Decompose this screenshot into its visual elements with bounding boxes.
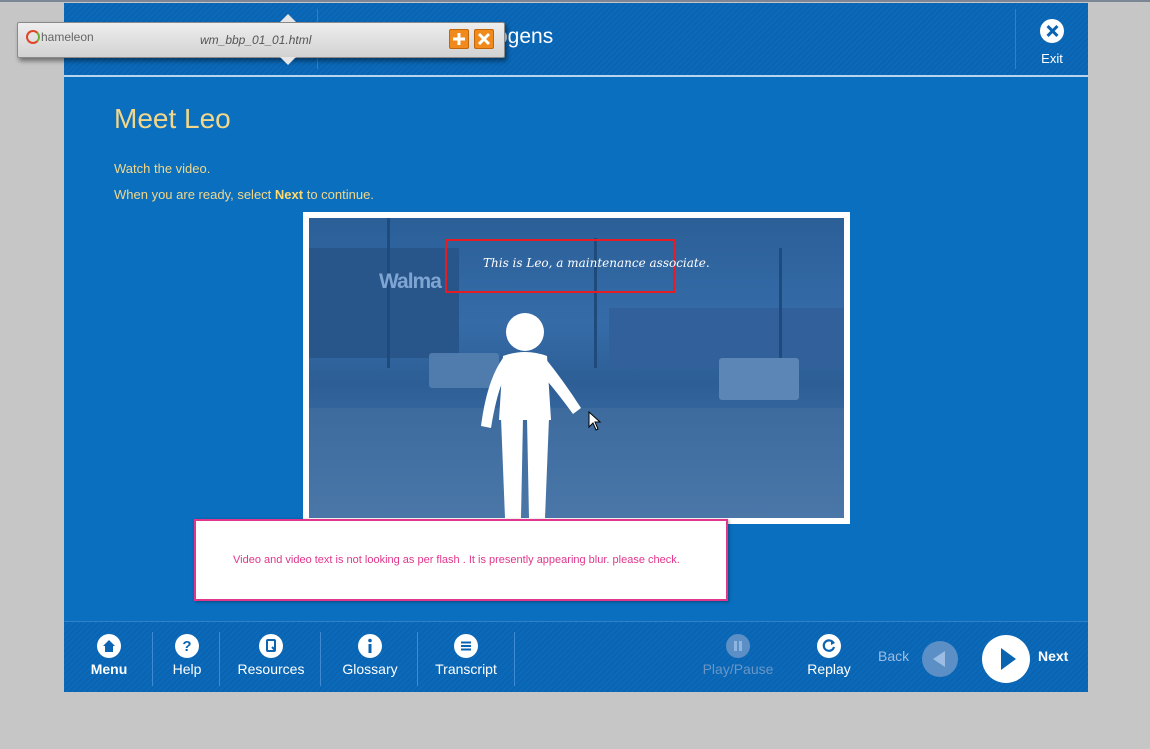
menu-button[interactable]: Menu bbox=[88, 634, 130, 677]
pause-icon bbox=[726, 634, 750, 658]
video-caption: This is Leo, a maintenance associate. bbox=[483, 256, 710, 270]
glossary-button[interactable]: Glossary bbox=[336, 634, 404, 677]
video-pole bbox=[779, 248, 782, 368]
document-icon bbox=[259, 634, 283, 658]
chameleon-swirl-icon bbox=[26, 30, 40, 44]
next-arrow-icon[interactable] bbox=[982, 635, 1030, 683]
video-player[interactable]: Walma This is Leo, a maintenance associa… bbox=[303, 212, 850, 524]
top-border-line bbox=[0, 0, 1150, 2]
instruction-next-keyword: Next bbox=[274, 187, 304, 202]
person-figure-icon bbox=[481, 313, 581, 518]
review-comment-text: Video and video text is not looking as p… bbox=[233, 554, 680, 566]
toolbar-file-name: wm_bbp_01_01.html bbox=[200, 33, 312, 47]
video-truck bbox=[719, 358, 799, 400]
resources-label: Resources bbox=[237, 661, 305, 677]
back-arrow-icon[interactable] bbox=[922, 641, 958, 677]
instruction-part: When you are ready, select bbox=[114, 187, 275, 202]
svg-text:?: ? bbox=[182, 638, 191, 655]
back-label: Back bbox=[878, 648, 910, 664]
chameleon-logo: hameleon bbox=[26, 30, 94, 44]
expand-button[interactable] bbox=[449, 29, 469, 49]
footer-divider bbox=[514, 632, 515, 686]
home-icon bbox=[97, 634, 121, 658]
instruction-part: to continue. bbox=[303, 187, 374, 202]
exit-button[interactable]: Exit bbox=[1016, 19, 1088, 67]
glossary-label: Glossary bbox=[342, 661, 398, 677]
exit-label: Exit bbox=[1041, 51, 1063, 66]
page-title: Meet Leo bbox=[114, 103, 231, 134]
play-pause-label: Play/Pause bbox=[702, 661, 774, 677]
transcript-label: Transcript bbox=[435, 661, 497, 677]
close-icon bbox=[477, 32, 491, 46]
chameleon-logo-text: hameleon bbox=[41, 30, 94, 44]
resources-button[interactable]: Resources bbox=[234, 634, 308, 677]
replay-button[interactable]: Replay bbox=[804, 634, 854, 677]
instruction-text: Watch the video. bbox=[114, 161, 211, 176]
next-label[interactable]: Next bbox=[1038, 648, 1068, 664]
footer-divider bbox=[219, 632, 220, 686]
footer-divider bbox=[320, 632, 321, 686]
toolbar-pointer-up-icon bbox=[280, 14, 296, 22]
mouse-cursor-icon bbox=[588, 411, 602, 431]
help-button[interactable]: ? Help bbox=[164, 634, 210, 677]
help-label: Help bbox=[172, 661, 202, 677]
footer-divider bbox=[152, 632, 153, 686]
review-comment-box: Video and video text is not looking as p… bbox=[194, 519, 728, 601]
question-icon: ? bbox=[175, 634, 199, 658]
plus-icon bbox=[453, 33, 465, 45]
video-building bbox=[309, 248, 459, 358]
toolbar-pointer-down-icon bbox=[280, 57, 296, 65]
menu-label: Menu bbox=[90, 661, 128, 677]
replay-label: Replay bbox=[807, 661, 851, 677]
list-icon bbox=[454, 634, 478, 658]
video-frame[interactable]: Walma This is Leo, a maintenance associa… bbox=[309, 218, 844, 518]
transcript-button[interactable]: Transcript bbox=[432, 634, 500, 677]
floating-review-toolbar[interactable]: hameleon wm_bbp_01_01.html bbox=[17, 14, 505, 65]
close-toolbar-button[interactable] bbox=[474, 29, 494, 49]
video-store-sign: Walma bbox=[379, 270, 442, 293]
info-icon bbox=[358, 634, 382, 658]
play-pause-button[interactable]: Play/Pause bbox=[700, 634, 776, 677]
close-circle-icon bbox=[1040, 19, 1064, 43]
replay-icon bbox=[817, 634, 841, 658]
course-footer: Menu ? Help Resources Glossary Transcrip… bbox=[64, 621, 1088, 692]
caption-highlight-box: This is Leo, a maintenance associate. bbox=[445, 239, 710, 293]
instruction-text: When you are ready, select Next to conti… bbox=[114, 187, 374, 202]
footer-divider bbox=[417, 632, 418, 686]
